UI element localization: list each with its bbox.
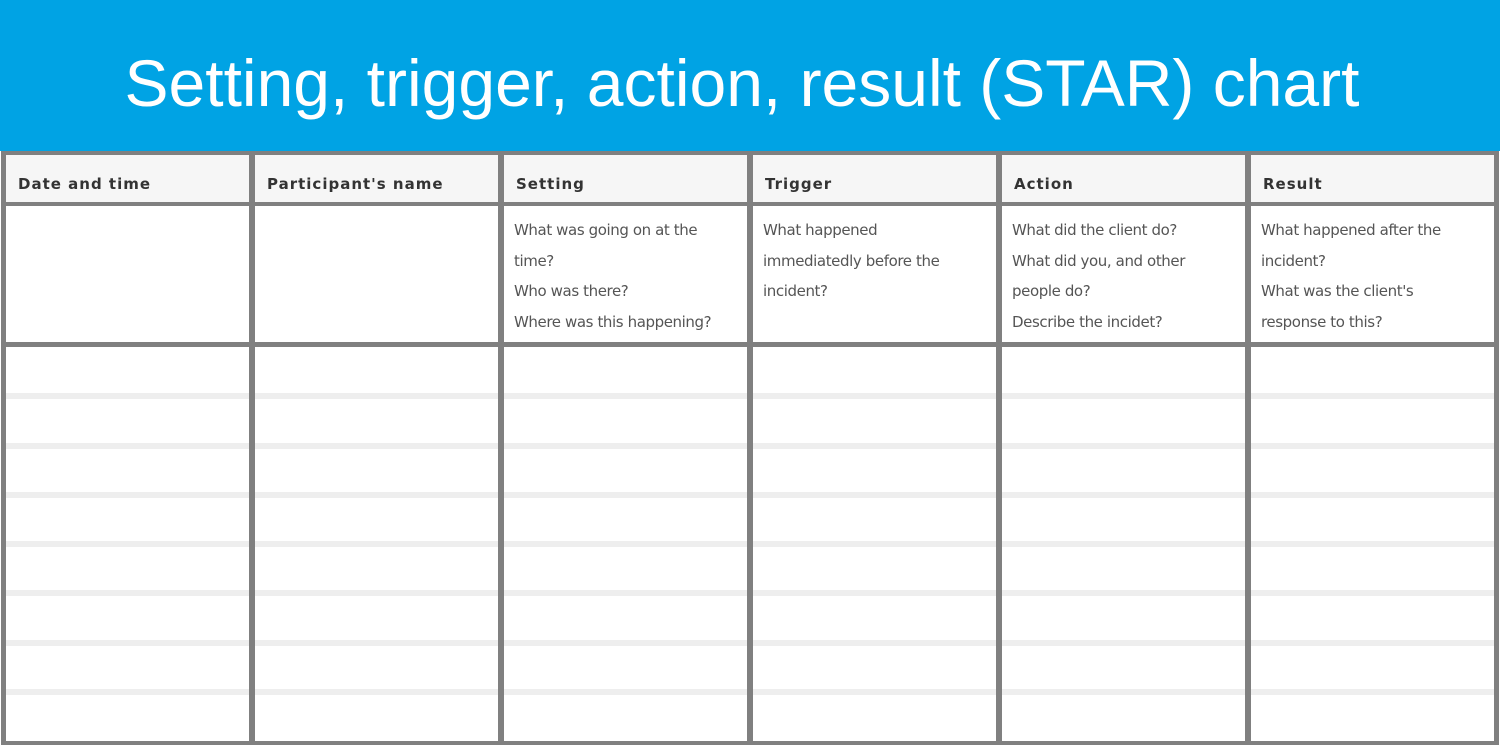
column-header-result: Result [1251,155,1494,202]
prompt-cell-setting[interactable]: What was going on at the time? Who was the… [504,206,747,342]
entry-cell[interactable] [255,643,498,692]
entry-cell[interactable] [753,446,996,495]
star-chart-table: Date and time Participant's name Setting Wh… [1,151,1499,745]
entry-cell[interactable] [1002,544,1245,593]
entry-cell[interactable] [753,643,996,692]
prompt-line: time? [514,251,554,270]
entry-cell[interactable] [504,692,747,741]
column-header-label: Setting [516,175,585,193]
entry-cell[interactable] [255,692,498,741]
column-header-label: Date and time [18,175,152,193]
column-header-trigger: Trigger [753,155,996,202]
entry-cell[interactable] [255,446,498,495]
column-header-label: Participant's name [267,175,444,193]
prompt-line: What was the client's [1261,282,1414,300]
entry-cell[interactable] [1251,544,1494,593]
entry-cell[interactable] [6,593,249,642]
prompt-cell-participant-s-name[interactable] [255,206,498,342]
prompt-cell-date-and-time[interactable] [6,206,249,342]
column-header-date-and-time: Date and time [6,155,249,202]
entry-cell[interactable] [6,396,249,445]
entry-cell[interactable] [753,396,996,445]
column-header-label: Trigger [765,175,833,193]
entry-cell[interactable] [6,347,249,396]
entry-cell[interactable] [1251,692,1494,741]
entry-cell[interactable] [753,495,996,544]
entry-cell[interactable] [1002,347,1245,396]
entry-cell[interactable] [753,544,996,593]
prompt-line: incident? [1261,251,1326,270]
entry-cell[interactable] [504,495,747,544]
entry-cell[interactable] [753,593,996,642]
entry-cell[interactable] [1251,495,1494,544]
entry-cell[interactable] [504,446,747,495]
entry-cell[interactable] [1251,593,1494,642]
prompt-line: What did you, and other [1012,251,1186,270]
entry-cell[interactable] [504,643,747,692]
column-header-action: Action [1002,155,1245,202]
prompt-cell-trigger[interactable]: What happened immediatedly before the inci… [753,206,996,342]
column-header-label: Action [1014,175,1074,193]
entry-cell[interactable] [504,347,747,396]
entry-cell[interactable] [1002,643,1245,692]
entry-cell[interactable] [255,396,498,445]
prompt-line: What did the client do? [1012,221,1177,239]
entry-cell[interactable] [504,593,747,642]
prompt-line: response to this? [1261,312,1383,331]
entry-cell[interactable] [1251,347,1494,396]
entry-cell[interactable] [255,495,498,544]
prompt-line: Where was this happening? [514,312,712,331]
entry-cell[interactable] [6,692,249,741]
entry-cell[interactable] [1002,446,1245,495]
column-header-participant-s-name: Participant's name [255,155,498,202]
entry-cell[interactable] [753,347,996,396]
entry-cell[interactable] [255,347,498,396]
entry-cell[interactable] [1251,396,1494,445]
entry-cell[interactable] [504,396,747,445]
prompt-line: What happened after the [1261,221,1441,239]
prompt-line: Who was there? [514,282,629,300]
title-banner: Setting, trigger, action, result (STAR) … [0,0,1500,151]
entry-cell[interactable] [1251,643,1494,692]
page-title: Setting, trigger, action, result (STAR) … [124,46,1360,120]
prompt-cell-action[interactable]: What did the client do? What did you, and… [1002,206,1245,342]
entry-cell[interactable] [255,544,498,593]
prompt-line: immediatedly before the [763,251,940,270]
prompt-line: What happened [763,221,878,239]
entry-cell[interactable] [504,544,747,593]
entry-cell[interactable] [255,593,498,642]
entry-cell[interactable] [6,544,249,593]
prompt-line: incident? [763,282,828,300]
prompt-line: people do? [1012,282,1091,300]
entry-cell[interactable] [1251,446,1494,495]
prompt-cell-result[interactable]: What happened after the incident? What was… [1251,206,1494,342]
entry-cell[interactable] [1002,396,1245,445]
prompt-line: Describe the incidet? [1012,312,1163,331]
column-header-setting: Setting [504,155,747,202]
entry-cell[interactable] [1002,593,1245,642]
entry-cell[interactable] [1002,692,1245,741]
entry-cell[interactable] [6,446,249,495]
entry-cell[interactable] [6,495,249,544]
entry-cell[interactable] [6,643,249,692]
prompt-line: What was going on at the [514,221,698,239]
entry-cell[interactable] [753,692,996,741]
column-header-label: Result [1263,175,1323,193]
entry-cell[interactable] [1002,495,1245,544]
